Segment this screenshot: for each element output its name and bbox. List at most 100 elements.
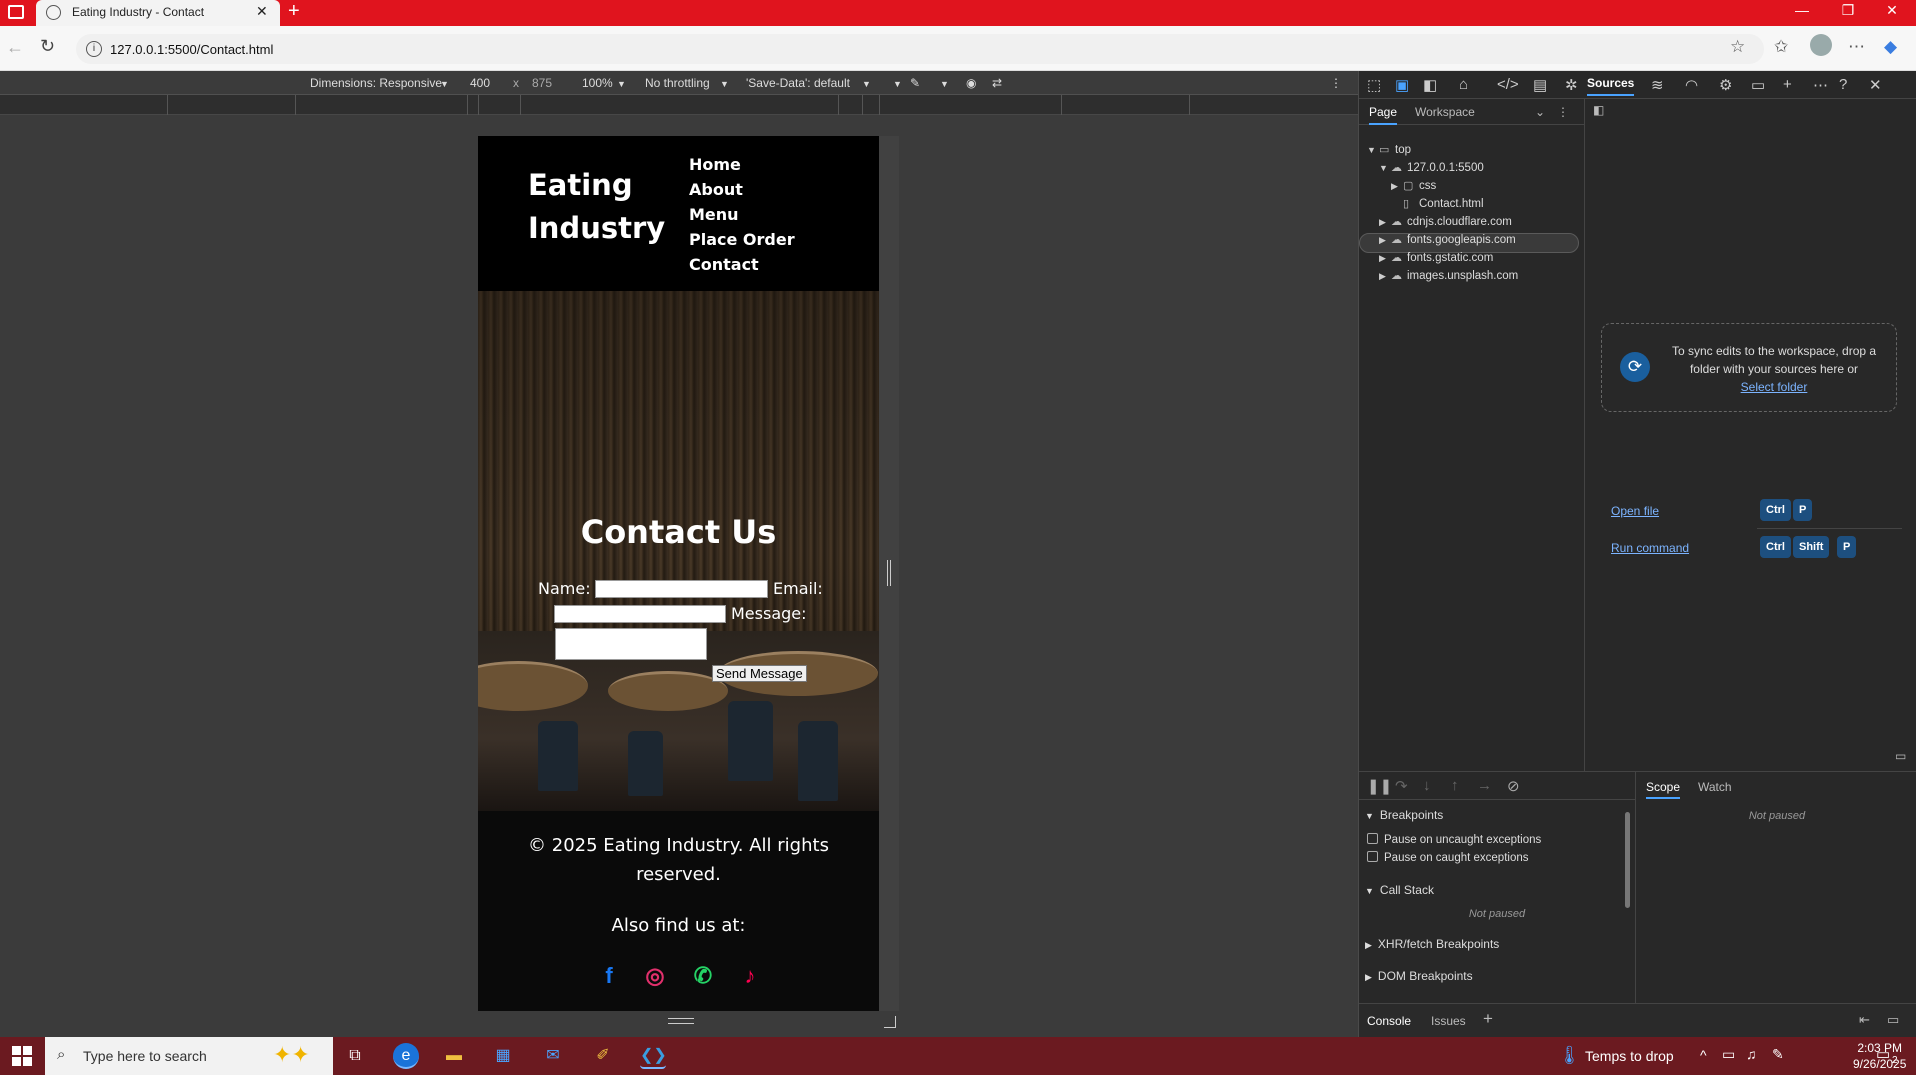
sources-icon[interactable]: ✲ (1565, 76, 1578, 94)
url-bar[interactable]: i 127.0.0.1:5500/Contact.html (76, 34, 1764, 64)
eyedropper-dropdown-icon[interactable]: ▼ (940, 79, 949, 89)
call-stack-section[interactable]: ▼ Call Stack (1365, 883, 1434, 897)
tree-top[interactable]: ▼ ▭ top (1367, 143, 1411, 156)
xhr-breakpoints-section[interactable]: ▶ XHR/fetch Breakpoints (1365, 937, 1499, 951)
help-icon[interactable]: ? (1839, 76, 1847, 93)
width-input[interactable]: 400 (470, 76, 490, 90)
tree-contact-file[interactable]: ▯ Contact.html (1403, 197, 1484, 210)
throttling-select[interactable]: No throttling (645, 76, 710, 90)
favorites-icon[interactable]: ✩ (1774, 37, 1788, 57)
show-hidden-icons[interactable]: ^ (1700, 1047, 1707, 1063)
send-message-button[interactable]: Send Message (712, 665, 807, 682)
windows-start-icon[interactable] (12, 1046, 32, 1066)
tree-host[interactable]: ▼ ☁ 127.0.0.1:5500 (1379, 161, 1484, 174)
tab-scope[interactable]: Scope (1646, 780, 1681, 799)
message-textarea[interactable] (555, 628, 707, 660)
customize-menu-icon[interactable]: ⋯ (1813, 76, 1828, 94)
tab-console[interactable]: Console (1367, 1014, 1411, 1028)
tree-domain[interactable]: ▶ ☁ images.unsplash.com (1379, 269, 1518, 282)
nav-contact[interactable]: Contact (689, 252, 795, 277)
deactivate-breakpoints-icon[interactable]: ⊘ (1507, 777, 1520, 795)
close-drawer-icon[interactable]: ▭ (1887, 1012, 1899, 1028)
inspect-element-icon[interactable]: ⬚ (1367, 76, 1381, 94)
tiktok-icon[interactable]: ♪ (737, 963, 763, 989)
network-icon[interactable]: ≋ (1651, 76, 1664, 94)
pen-icon[interactable]: ✎ (1772, 1046, 1784, 1063)
toggle-navigator-icon[interactable]: ◧ (1593, 103, 1604, 117)
paint-app-icon[interactable]: ✐ (590, 1043, 616, 1069)
facebook-icon[interactable]: f (596, 963, 622, 989)
browser-tab[interactable]: Eating Industry - Contact ✕ (36, 0, 280, 26)
settings-gear-icon[interactable]: ⚙ (1719, 76, 1732, 94)
pause-uncaught-checkbox[interactable]: Pause on uncaught exceptions (1367, 833, 1541, 846)
resize-bottom-handle[interactable] (668, 1018, 694, 1024)
nav-about[interactable]: About (689, 177, 795, 202)
vision-icon[interactable]: ◉ (966, 76, 976, 90)
close-tab-icon[interactable]: ✕ (256, 3, 268, 20)
close-devtools-icon[interactable]: ✕ (1869, 76, 1882, 94)
name-input[interactable] (595, 580, 768, 598)
run-command-link[interactable]: Run command (1611, 541, 1689, 555)
height-input[interactable]: 875 (532, 76, 552, 90)
tree-domain[interactable]: ▶ ☁ fonts.gstatic.com (1379, 251, 1493, 264)
save-data-dropdown-icon[interactable]: ▼ (862, 79, 871, 89)
vscode-icon[interactable]: ❮❯ (640, 1043, 667, 1069)
restore-icon[interactable]: ❐ (1828, 2, 1868, 19)
taskbar-search[interactable]: ⌕ Type here to search ✦✦ (45, 1037, 333, 1075)
weather-text[interactable]: Temps to drop (1585, 1048, 1674, 1064)
favorite-star-icon[interactable]: ☆ (1730, 37, 1745, 57)
zoom-dropdown-icon[interactable]: ▼ (617, 79, 626, 89)
mail-icon[interactable]: ✉ (540, 1043, 566, 1069)
back-arrow-icon[interactable]: ← (6, 37, 24, 58)
resize-right-handle[interactable] (887, 560, 891, 586)
device-toolbar-icon[interactable]: ▣ (1395, 76, 1409, 94)
nav-place-order[interactable]: Place Order (689, 227, 795, 252)
elements-icon[interactable]: </> (1497, 76, 1519, 93)
whatsapp-icon[interactable]: ✆ (690, 963, 716, 989)
tab-workspace[interactable]: Workspace (1415, 105, 1475, 119)
navigator-menu-icon[interactable]: ⋮ (1557, 105, 1569, 119)
tab-page[interactable]: Page (1369, 105, 1398, 125)
workspace-drop-zone[interactable]: ⟳ To sync edits to the workspace, drop a… (1601, 323, 1897, 412)
site-logo[interactable]: Eating Industry (528, 164, 678, 250)
open-file-link[interactable]: Open file (1611, 504, 1659, 518)
network-tray-icon[interactable]: ▭ (1722, 1046, 1735, 1063)
dimensions-select[interactable]: Dimensions: Responsive (310, 76, 442, 90)
select-folder-link[interactable]: Select folder (1741, 380, 1808, 394)
minimize-icon[interactable]: — (1782, 2, 1822, 18)
add-drawer-tab-icon[interactable]: + (1483, 1009, 1493, 1029)
instagram-icon[interactable]: ◎ (642, 963, 668, 989)
window-menu-icon[interactable] (8, 5, 24, 19)
reload-icon[interactable]: ↻ (40, 36, 55, 57)
tab-issues[interactable]: Issues (1431, 1014, 1466, 1028)
eyedropper-icon[interactable]: ✎ (910, 76, 920, 90)
application-icon[interactable]: ▭ (1751, 76, 1765, 94)
copilot-icon[interactable]: ◆ (1884, 37, 1897, 57)
step-icon[interactable]: → (1477, 777, 1492, 794)
task-view-icon[interactable]: ⧉ (342, 1043, 368, 1069)
notification-icon[interactable]: ▭ (1876, 1045, 1890, 1063)
more-options-dropdown-icon[interactable]: ▼ (893, 79, 902, 89)
dock-sidebar-icon[interactable]: ◧ (1423, 76, 1437, 94)
rotate-icon[interactable]: ⇄ (992, 76, 1002, 90)
dom-breakpoints-section[interactable]: ▶ DOM Breakpoints (1365, 969, 1473, 983)
chevron-down-icon[interactable]: ⌄ (1535, 105, 1545, 119)
nav-home[interactable]: Home (689, 152, 795, 177)
tree-css-folder[interactable]: ▶ ▢ css (1391, 179, 1436, 192)
pause-icon[interactable]: ❚❚ (1367, 777, 1392, 795)
store-icon[interactable]: ▦ (490, 1043, 516, 1069)
more-menu-icon[interactable]: ⋯ (1848, 37, 1865, 57)
welcome-home-icon[interactable]: ⌂ (1459, 76, 1468, 93)
performance-icon[interactable]: ◠ (1685, 76, 1698, 94)
resize-corner-handle[interactable] (884, 1016, 896, 1028)
volume-icon[interactable]: ♫ (1746, 1046, 1757, 1062)
save-data-select[interactable]: 'Save-Data': default (746, 76, 850, 90)
device-toolbar-menu-icon[interactable]: ⋮ (1330, 76, 1342, 90)
email-input[interactable] (554, 605, 726, 623)
step-over-icon[interactable]: ↷ (1395, 777, 1408, 795)
pause-caught-checkbox[interactable]: Pause on caught exceptions (1367, 851, 1529, 864)
nav-menu[interactable]: Menu (689, 202, 795, 227)
close-window-icon[interactable]: ✕ (1872, 2, 1912, 19)
tab-sources[interactable]: Sources (1587, 76, 1635, 96)
debugger-scrollbar[interactable] (1625, 812, 1630, 908)
